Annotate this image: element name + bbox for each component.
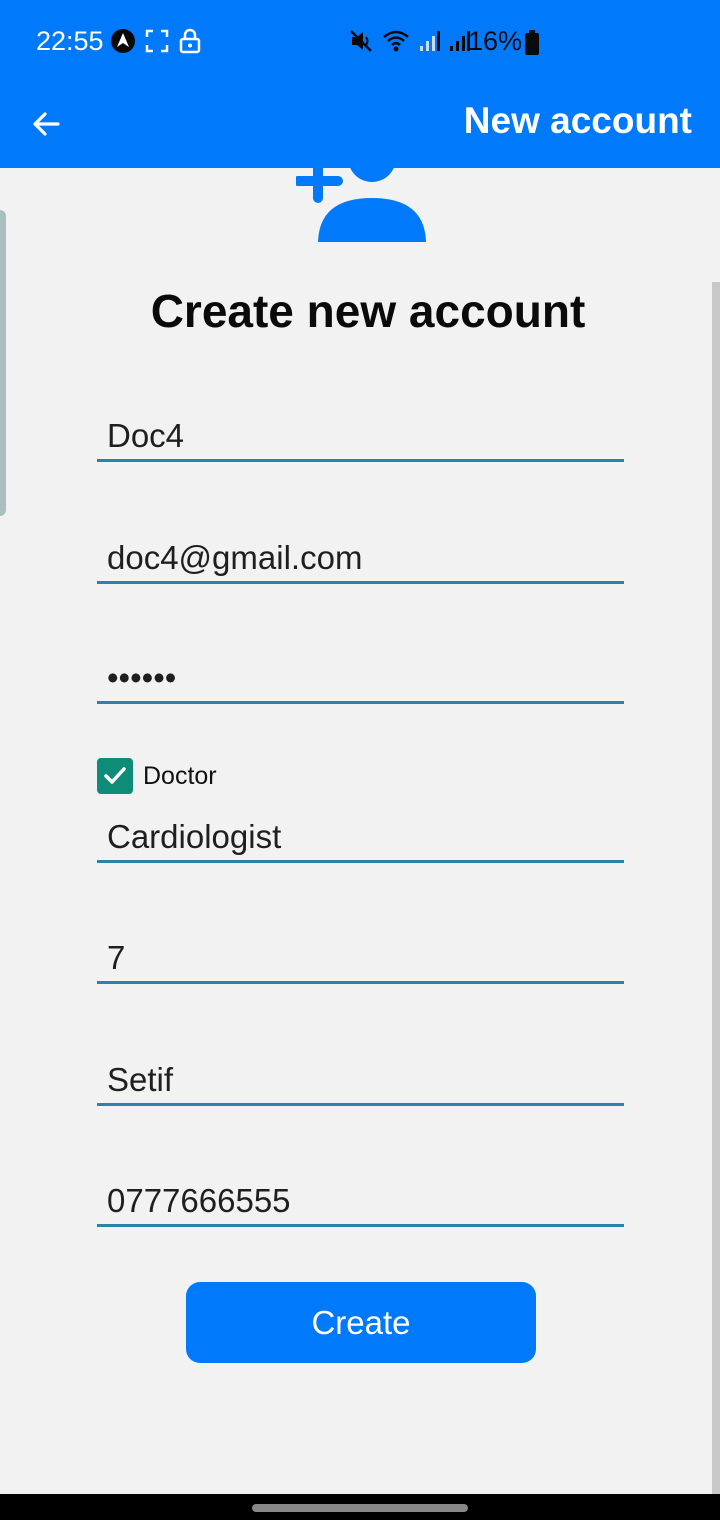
status-right-icons — [348, 28, 470, 54]
name-input[interactable] — [107, 417, 612, 455]
city-field — [97, 1046, 624, 1106]
screenshot-icon — [145, 29, 169, 53]
specialty-input[interactable] — [107, 818, 612, 856]
navigation-icon — [111, 29, 135, 53]
system-nav-bar — [0, 1494, 720, 1520]
city-input[interactable] — [107, 1061, 612, 1099]
status-time: 22:55 — [36, 26, 104, 56]
doctor-checkbox[interactable]: Doctor — [97, 758, 217, 794]
experience-field — [97, 924, 624, 984]
email-input[interactable] — [107, 539, 612, 577]
mute-icon — [350, 30, 372, 52]
phone-input[interactable] — [107, 1182, 612, 1220]
create-button[interactable]: Create — [186, 1282, 536, 1363]
app-bar: New account — [0, 84, 720, 168]
signal-icon — [450, 31, 470, 51]
battery-icon — [525, 30, 539, 55]
status-bar: 22:55 16% — [0, 0, 720, 84]
lock-icon — [179, 28, 201, 54]
status-left-icons — [110, 28, 202, 54]
name-field — [97, 402, 624, 462]
side-panel-handle[interactable] — [0, 210, 6, 516]
specialty-field — [97, 803, 624, 863]
phone-field — [97, 1167, 624, 1227]
doctor-checkbox-label: Doctor — [143, 761, 217, 790]
page-title: Create new account — [150, 285, 586, 337]
password-input[interactable] — [107, 659, 612, 697]
experience-input[interactable] — [107, 939, 612, 977]
signal-icon — [420, 31, 440, 51]
checkbox-checked-icon[interactable] — [97, 758, 133, 794]
arrow-back-icon — [33, 112, 60, 136]
back-button[interactable] — [24, 102, 68, 146]
wifi-icon — [383, 30, 409, 52]
password-field — [97, 644, 624, 704]
scrollbar[interactable] — [712, 282, 720, 1494]
app-title: New account — [463, 100, 692, 141]
battery-percentage: 16% — [467, 26, 522, 56]
home-indicator[interactable] — [252, 1504, 468, 1512]
email-field — [97, 524, 624, 584]
user-add-icon — [296, 168, 431, 246]
